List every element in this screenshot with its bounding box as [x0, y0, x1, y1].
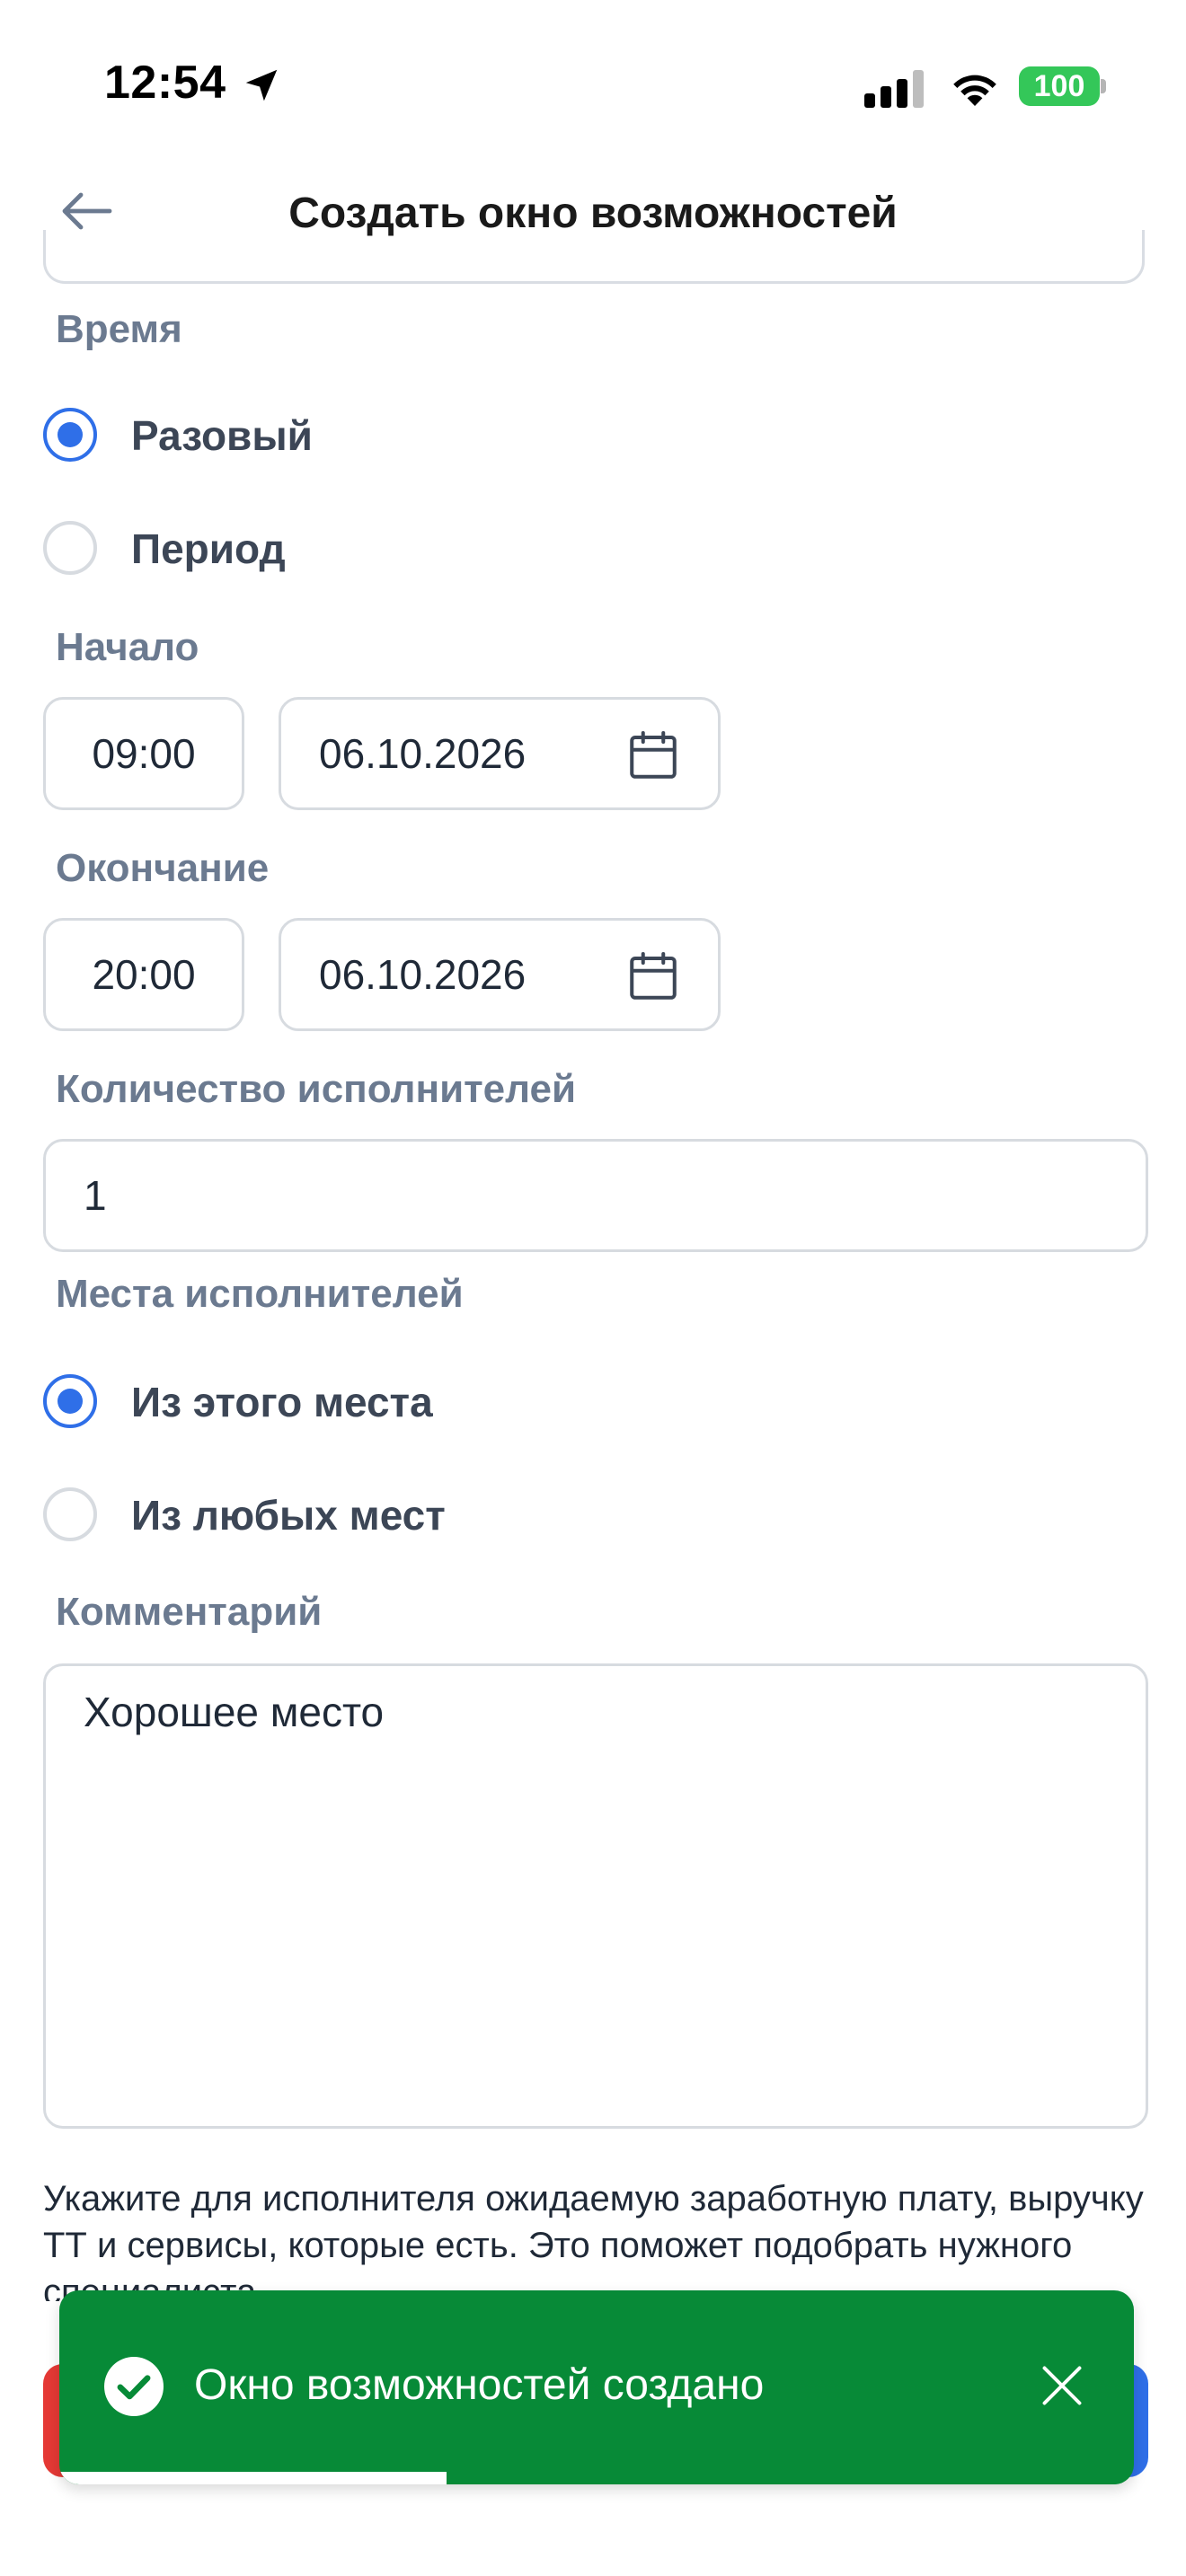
radio-from-any-place[interactable]	[43, 1487, 97, 1541]
back-arrow-icon[interactable]	[59, 189, 113, 234]
radio-from-any-place-label[interactable]: Из любых мест	[131, 1491, 446, 1539]
radio-period-label[interactable]: Период	[131, 525, 286, 573]
end-date-value: 06.10.2026	[319, 951, 527, 998]
comment-value: Хорошее место	[84, 1689, 385, 1735]
time-section-label: Время	[56, 307, 182, 351]
location-arrow-icon	[245, 69, 278, 101]
wifi-icon	[953, 75, 996, 106]
toast-message: Окно возможностей создано	[194, 2361, 765, 2409]
toast-progress-fill	[59, 2472, 447, 2484]
performers-count-value: 1	[84, 1172, 107, 1219]
start-time-input[interactable]: 09:00	[43, 697, 244, 810]
cellular-signal-icon	[864, 70, 924, 108]
radio-from-this-place-label[interactable]: Из этого места	[131, 1378, 433, 1426]
start-label: Начало	[56, 625, 199, 669]
comment-label: Комментарий	[56, 1590, 323, 1634]
radio-from-this-place[interactable]	[43, 1374, 97, 1428]
check-circle-icon	[104, 2357, 164, 2416]
start-date-input[interactable]: 06.10.2026	[279, 697, 721, 810]
radio-one-time[interactable]	[43, 408, 97, 462]
battery-indicator: 100	[1019, 66, 1100, 106]
calendar-icon[interactable]	[626, 949, 680, 1003]
performers-count-input[interactable]: 1	[43, 1139, 1148, 1252]
calendar-icon[interactable]	[626, 728, 680, 782]
previous-field-edge[interactable]	[43, 230, 1145, 284]
end-time-input[interactable]: 20:00	[43, 918, 244, 1031]
radio-period[interactable]	[43, 521, 97, 575]
radio-one-time-label[interactable]: Разовый	[131, 411, 313, 460]
battery-cap	[1101, 79, 1106, 93]
end-date-input[interactable]: 06.10.2026	[279, 918, 721, 1031]
toast-progress-track	[59, 2472, 1134, 2484]
end-label: Окончание	[56, 846, 270, 890]
comment-textarea[interactable]: Хорошее место	[43, 1663, 1148, 2129]
salary-hint-text: Укажите для исполнителя ожидаемую зарабо…	[43, 2179, 1144, 2301]
status-time: 12:54	[104, 57, 226, 109]
start-date-value: 06.10.2026	[319, 730, 527, 777]
success-toast: Окно возможностей создано	[59, 2290, 1134, 2484]
close-icon[interactable]	[1039, 2362, 1085, 2409]
performers-count-label: Количество исполнителей	[56, 1067, 577, 1111]
performer-places-label: Места исполнителей	[56, 1272, 464, 1316]
